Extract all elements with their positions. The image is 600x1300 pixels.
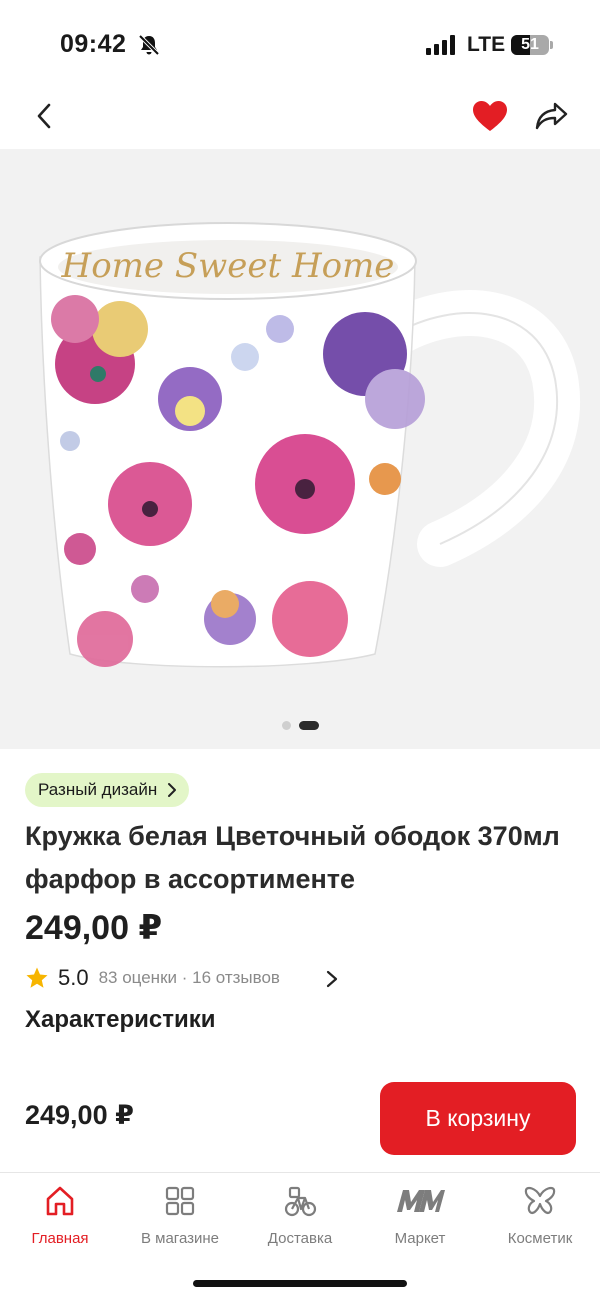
gallery-pager — [0, 721, 600, 731]
tab-label: Маркет — [394, 1230, 446, 1247]
tab-label: Главная — [31, 1230, 89, 1247]
product-gallery[interactable]: Home Sweet Home — [0, 149, 600, 749]
nav-header — [0, 90, 600, 148]
chevron-left-icon — [37, 103, 51, 129]
design-chip[interactable]: Разный дизайн — [25, 773, 190, 807]
product-price: 249,00 ₽ — [25, 909, 163, 947]
signal-icon — [426, 35, 455, 55]
product-image: Home Sweet Home — [39, 222, 581, 668]
star-icon — [26, 967, 48, 988]
rating-meta: 83 оценки · 16 отзывов — [98, 968, 280, 987]
rating-value: 5.0 — [58, 965, 89, 990]
pager-dot-active[interactable] — [298, 721, 319, 730]
battery-icon: 51 — [511, 35, 553, 55]
bottom-tab-bar: Главная В магазине Доставка Маркет Косме… — [0, 1174, 600, 1300]
rating-row[interactable]: 5.0 83 оценки · 16 отзывов — [25, 961, 355, 995]
bell-slash-icon — [138, 34, 160, 56]
share-button[interactable] — [531, 98, 571, 134]
product-title: Кружка белая Цветочный ободок 370мл фарф… — [25, 821, 560, 894]
tab-delivery[interactable]: Доставка — [240, 1184, 360, 1260]
grid-icon — [165, 1186, 195, 1216]
back-button[interactable] — [26, 96, 62, 136]
home-icon — [46, 1186, 74, 1216]
tab-label: Доставка — [267, 1230, 333, 1247]
tab-label: Косметик — [507, 1230, 573, 1247]
status-bar: 09:42 LTE 51 — [0, 0, 600, 90]
chevron-right-icon — [326, 970, 338, 988]
favorite-button[interactable] — [470, 98, 510, 134]
butterfly-icon — [524, 1186, 556, 1214]
add-to-cart-button[interactable]: В корзину — [380, 1082, 576, 1155]
tab-market[interactable]: Маркет — [360, 1184, 480, 1260]
heart-icon — [473, 101, 507, 131]
pager-dot[interactable] — [281, 721, 291, 730]
design-chip-label: Разный дизайн — [38, 780, 158, 799]
network-type: LTE — [467, 33, 506, 56]
bicycle-icon — [284, 1186, 317, 1217]
battery-level: 51 — [521, 36, 539, 53]
mug-inscription: Home Sweet Home — [61, 246, 395, 286]
mm-logo-icon — [397, 1190, 445, 1212]
tab-home[interactable]: Главная — [0, 1184, 120, 1260]
specs-title[interactable]: Характеристики — [25, 1006, 216, 1034]
tab-cosmetics[interactable]: Косметик — [480, 1184, 600, 1260]
status-time: 09:42 — [60, 30, 127, 58]
tab-in-store[interactable]: В магазине — [120, 1184, 240, 1260]
tab-label: В магазине — [140, 1230, 220, 1247]
buy-bar: 249,00 ₽ В корзину — [0, 1060, 600, 1173]
buy-bar-price: 249,00 ₽ — [25, 1100, 134, 1130]
home-indicator — [193, 1280, 407, 1287]
chevron-right-icon — [168, 783, 177, 797]
share-icon — [535, 102, 568, 130]
